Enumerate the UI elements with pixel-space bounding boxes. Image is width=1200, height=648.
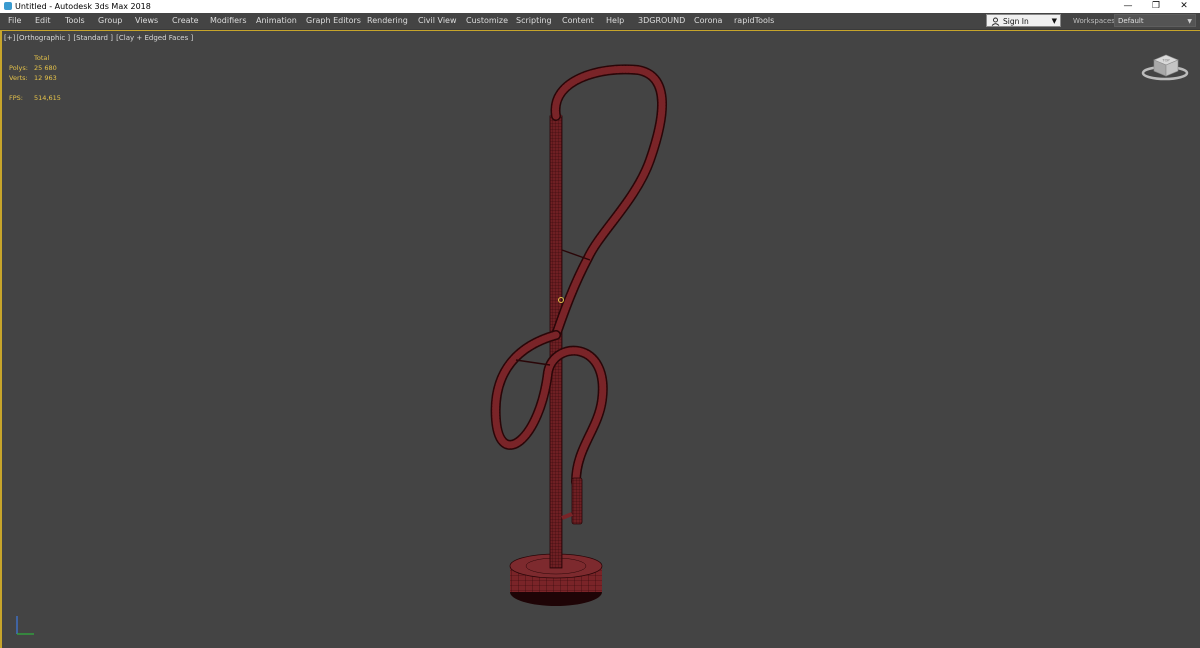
lamp-pole	[549, 115, 563, 569]
lamp-head	[571, 477, 583, 525]
axis-tripod-icon	[16, 616, 34, 635]
lower-hose	[492, 331, 607, 486]
scene-canvas	[490, 64, 667, 606]
lamp-head-connector	[561, 512, 573, 520]
upper-hose	[552, 65, 666, 339]
floor-lamp-model[interactable]	[490, 64, 667, 606]
lower-bracket	[515, 359, 551, 366]
